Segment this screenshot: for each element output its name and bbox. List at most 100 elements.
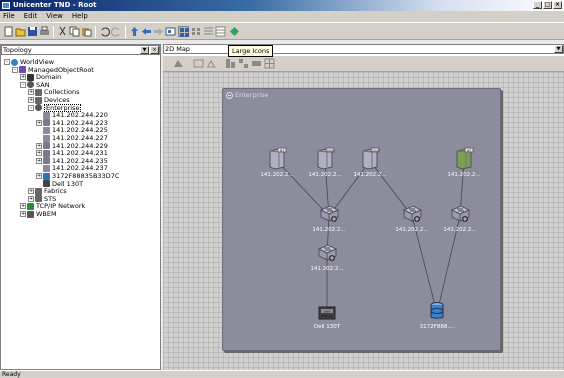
expand-icon[interactable]: + [20,74,26,81]
list-view-icon[interactable] [203,26,214,37]
map-device[interactable]: 2000 141.202.2... [350,147,390,183]
expand-icon[interactable]: + [28,195,34,202]
map-canvas[interactable]: Enterprise NT 141.202.2... 2000 141.202.2..… [163,72,564,370]
svg-text:2000: 2000 [371,148,379,152]
svg-text:NT: NT [280,148,284,152]
map-device-label: 141.202.2... [312,227,346,233]
forward-icon[interactable] [153,26,164,37]
map-device[interactable]: NT 141.202.2... [257,147,297,183]
svg-text:NT: NT [467,148,471,152]
expand-icon[interactable]: + [36,142,42,149]
server-icon: 2000 [360,147,380,171]
enterprise-icon [35,104,42,112]
map-device-label: 141.202.2... [308,172,342,178]
devices-icon [35,96,42,104]
wbem-icon [27,210,34,218]
up-icon[interactable] [129,26,140,37]
map-tool-3-icon[interactable] [206,58,217,69]
map-toolbar [163,56,564,72]
expand-icon[interactable]: + [20,203,26,210]
cut-icon[interactable] [57,26,68,37]
server-icon [43,157,50,165]
map-tool-7-icon[interactable] [264,58,275,69]
map-device[interactable]: 141.202.2... [440,202,480,238]
map-device[interactable]: Dell Dell 130T [307,299,347,335]
collapse-icon[interactable]: - [12,66,18,73]
expand-icon[interactable]: + [28,188,34,195]
properties-icon[interactable] [229,26,240,37]
view-dropdown-value: 2D Map [165,45,190,53]
enterprise-icon [226,91,233,99]
print-icon[interactable] [39,26,50,37]
enterprise-container[interactable]: Enterprise NT 141.202.2... 2000 141.202.2..… [222,88,501,351]
redo-icon[interactable] [111,26,122,37]
switch-icon [43,134,50,142]
tape-library-icon [43,180,50,188]
view-dropdown[interactable]: 2D Map ▼ [163,44,564,54]
expand-icon[interactable]: + [36,173,42,179]
globe-icon [11,58,18,66]
sts-icon [35,195,42,203]
map-view-icon[interactable] [165,26,176,37]
map-device[interactable]: 141.202.2... [309,202,349,238]
server-icon [43,119,50,127]
storage-icon [427,299,447,323]
map-device-label: 141.202.2... [260,172,294,178]
expand-icon[interactable]: + [20,211,26,217]
new-icon[interactable] [3,26,14,37]
menu-edit[interactable]: Edit [24,11,38,22]
tree-node[interactable]: + WBEM [20,210,57,218]
back-icon[interactable] [141,26,152,37]
undo-icon[interactable] [99,26,110,37]
expand-icon[interactable]: + [36,119,42,126]
switch-icon [317,241,338,265]
map-device-label: Dell 130T [313,324,341,330]
server-icon [43,149,50,157]
map-device[interactable]: NT 141.202.2... [444,147,484,183]
svg-text:2000: 2000 [326,148,334,152]
server-icon [43,142,50,150]
maximize-button[interactable]: □ [543,1,552,9]
map-device[interactable]: 3172F888.... [417,299,457,335]
map-tool-5-icon[interactable] [238,58,249,69]
fabrics-icon [35,187,42,195]
collapse-icon[interactable]: - [20,81,26,88]
chevron-down-icon[interactable]: ▼ [140,46,149,54]
paste-icon[interactable] [81,26,92,37]
details-view-icon[interactable] [215,26,226,37]
expand-icon[interactable]: + [36,150,42,157]
map-tool-4-icon[interactable] [225,58,236,69]
open-icon[interactable] [15,26,26,37]
map-tool-6-icon[interactable] [251,58,262,69]
map-device-label: 3172F888.... [419,324,455,330]
map-tool-1-icon[interactable] [173,58,184,69]
tape-library-icon: Dell [317,299,337,323]
small-icons-icon[interactable] [191,26,202,37]
collapse-icon[interactable]: - [4,59,10,65]
map-device[interactable]: 141.202.2... [307,241,347,277]
tree-node-label: WBEM [36,210,57,218]
topology-dropdown[interactable]: Topology ▼ × [1,45,160,55]
menu-view[interactable]: View [46,11,63,22]
expand-icon[interactable]: + [28,97,34,103]
switch-icon [43,111,50,119]
menu-help[interactable]: Help [72,11,88,22]
large-icons-icon[interactable] [178,26,189,37]
map-device[interactable]: 141.202.2... [392,202,432,238]
expand-icon[interactable]: + [36,157,42,164]
close-pane-icon[interactable]: × [150,46,159,54]
menu-file[interactable]: File [3,11,15,22]
collapse-icon[interactable]: - [28,104,34,111]
map-device[interactable]: 2000 141.202.2... [305,147,345,183]
copy-icon[interactable] [69,26,80,37]
switch-icon [319,202,340,226]
minimize-button[interactable]: _ [533,1,542,9]
map-device-label: 141.202.2... [395,227,429,233]
map-tool-2-icon[interactable] [193,58,204,69]
save-icon[interactable] [27,26,38,37]
expand-icon[interactable]: + [28,89,34,96]
chevron-down-icon[interactable]: ▼ [554,45,563,53]
close-button[interactable]: × [553,1,562,9]
switch-icon [43,164,50,172]
topology-pane: Topology ▼ × - WorldView - ManagedObjectRoo… [0,44,161,370]
